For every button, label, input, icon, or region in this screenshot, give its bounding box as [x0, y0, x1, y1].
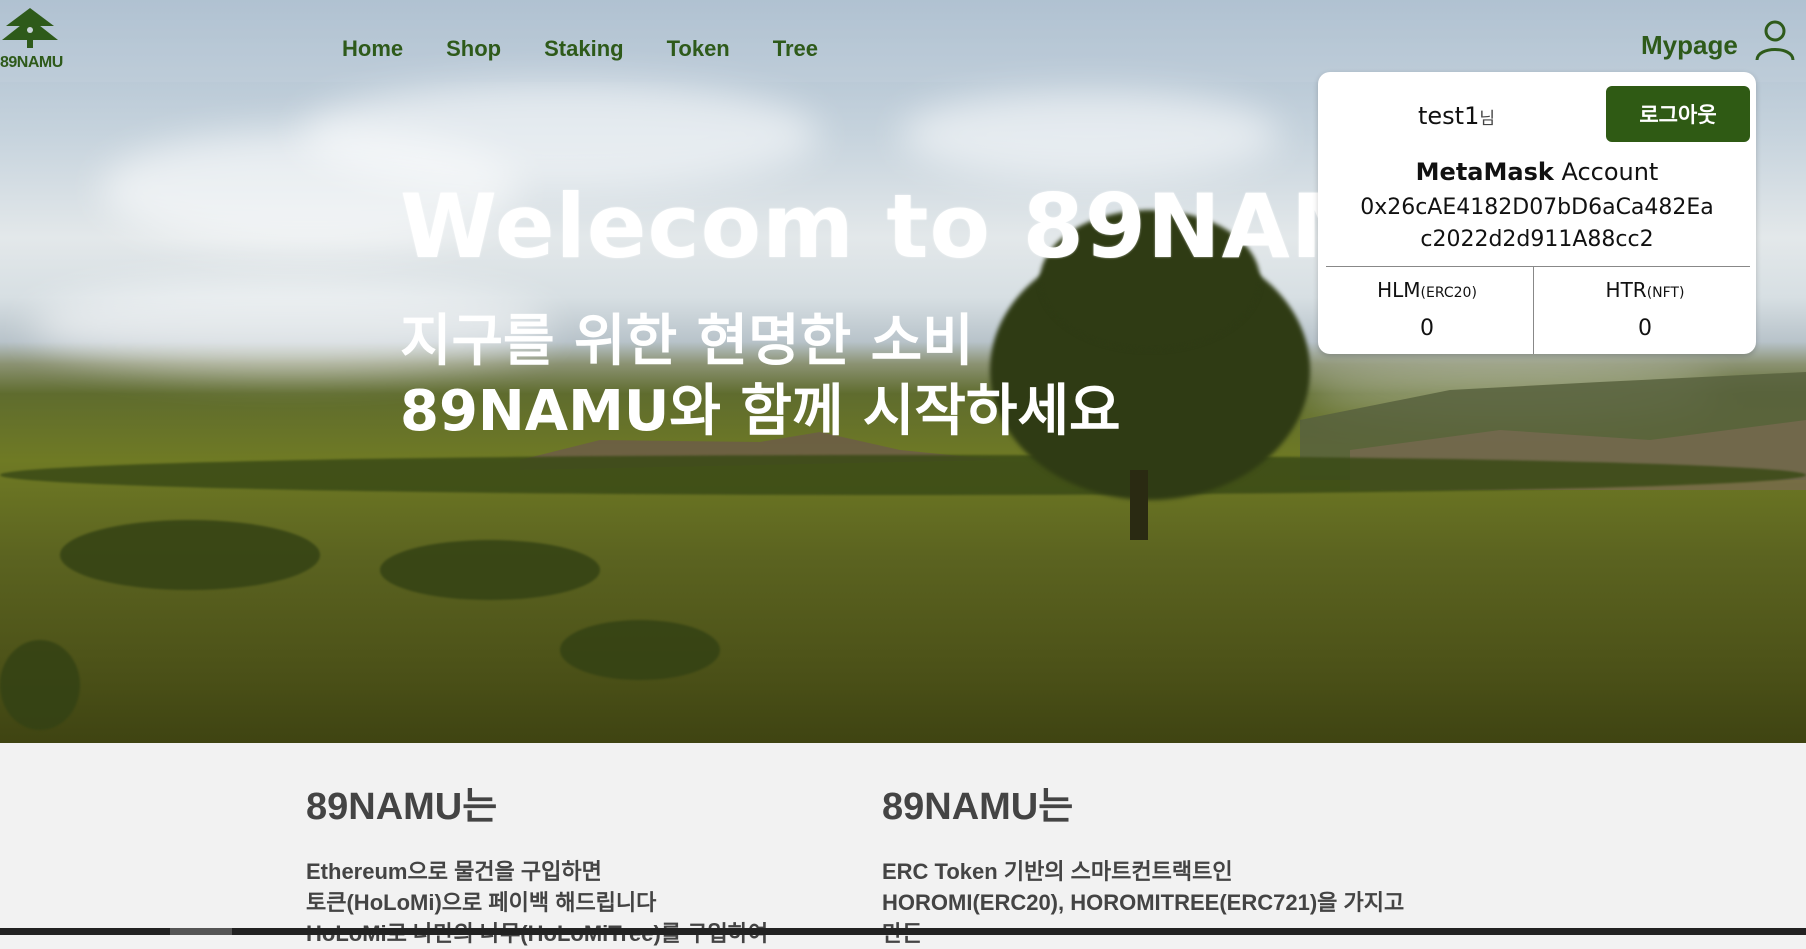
metamask-account-title: MetaMask Account [1318, 158, 1756, 186]
text-line: Ethereum으로 물건을 구입하면 [306, 859, 602, 884]
treeline [0, 455, 1806, 495]
hero-subtitle-line2: 89NAMU와 함께 시작하세요 [400, 379, 1121, 444]
token-htr: HTR(NFT) 0 [1540, 278, 1750, 341]
nav-token[interactable]: Token [667, 36, 730, 62]
scrollbar-thumb[interactable] [170, 928, 232, 935]
text-line: HOROMI(ERC20), HOROMITREE(ERC721)을 가지고 [882, 890, 1405, 915]
bush [560, 620, 720, 680]
section-text: ERC Token 기반의 스마트컨트랙트인 HOROMI(ERC20), HO… [882, 856, 1522, 949]
token-balance: 0 [1420, 316, 1434, 341]
bush [380, 540, 600, 600]
bush [60, 520, 320, 590]
token-name: HLM [1377, 278, 1421, 302]
horizontal-scrollbar[interactable] [0, 928, 1806, 935]
nav-home[interactable]: Home [342, 36, 403, 62]
intro-column-2: 89NAMU는 ERC Token 기반의 스마트컨트랙트인 HOROMI(ER… [882, 775, 1522, 949]
mypage-link[interactable]: Mypage [1641, 30, 1738, 61]
section-heading: 89NAMU는 [306, 786, 498, 828]
account-label: Account [1553, 158, 1659, 186]
tree-trunk [1130, 470, 1148, 540]
text-line: 토큰(HoLoMi)으로 페이백 해드립니다 [306, 890, 657, 915]
token-hlm: HLM(ERC20) 0 [1322, 278, 1532, 341]
top-header: 89NAMU Home Shop Staking Token Tree Mypa… [0, 0, 1806, 82]
intro-section: 89NAMU는 Ethereum으로 물건을 구입하면 토큰(HoLoMi)으로… [0, 743, 1806, 946]
wallet-address: 0x26cAE4182D07bD6aCa482Eac2022d2d911A88c… [1360, 195, 1714, 252]
section-heading: 89NAMU는 [882, 786, 1074, 828]
card-vertical-divider [1533, 266, 1534, 354]
token-balance: 0 [1638, 316, 1652, 341]
card-divider [1326, 266, 1750, 267]
logout-button[interactable]: 로그아웃 [1606, 86, 1750, 142]
main-nav: Home Shop Staking Token Tree [342, 36, 861, 62]
nav-tree[interactable]: Tree [773, 36, 818, 62]
token-type: (NFT) [1646, 285, 1685, 301]
token-type: (ERC20) [1420, 285, 1477, 301]
token-name: HTR [1605, 278, 1647, 302]
username-suffix: 님 [1479, 109, 1495, 129]
nav-shop[interactable]: Shop [446, 36, 501, 62]
bush [0, 640, 80, 730]
intro-column-1: 89NAMU는 Ethereum으로 물건을 구입하면 토큰(HoLoMi)으로… [306, 775, 866, 949]
nav-staking[interactable]: Staking [544, 36, 623, 62]
username: test1님 [1418, 102, 1495, 130]
tree-logo-icon [2, 8, 58, 48]
hero-subtitle-line1: 지구를 위한 현명한 소비 [400, 309, 974, 374]
logo-text: 89NAMU [0, 54, 63, 71]
metamask-label: MetaMask [1415, 158, 1554, 186]
hero-title: Welecom to 89NAMU [400, 175, 1452, 278]
user-icon[interactable] [1753, 18, 1797, 62]
cloud [900, 90, 1280, 180]
account-dropdown: test1님 로그아웃 MetaMask Account 0x26cAE4182… [1318, 72, 1756, 354]
text-line: ERC Token 기반의 스마트컨트랙트인 [882, 859, 1233, 884]
logo[interactable]: 89NAMU [0, 6, 76, 71]
cloud [300, 80, 820, 190]
section-text: Ethereum으로 물건을 구입하면 토큰(HoLoMi)으로 페이백 해드립… [306, 856, 866, 949]
username-text: test1 [1418, 102, 1480, 130]
